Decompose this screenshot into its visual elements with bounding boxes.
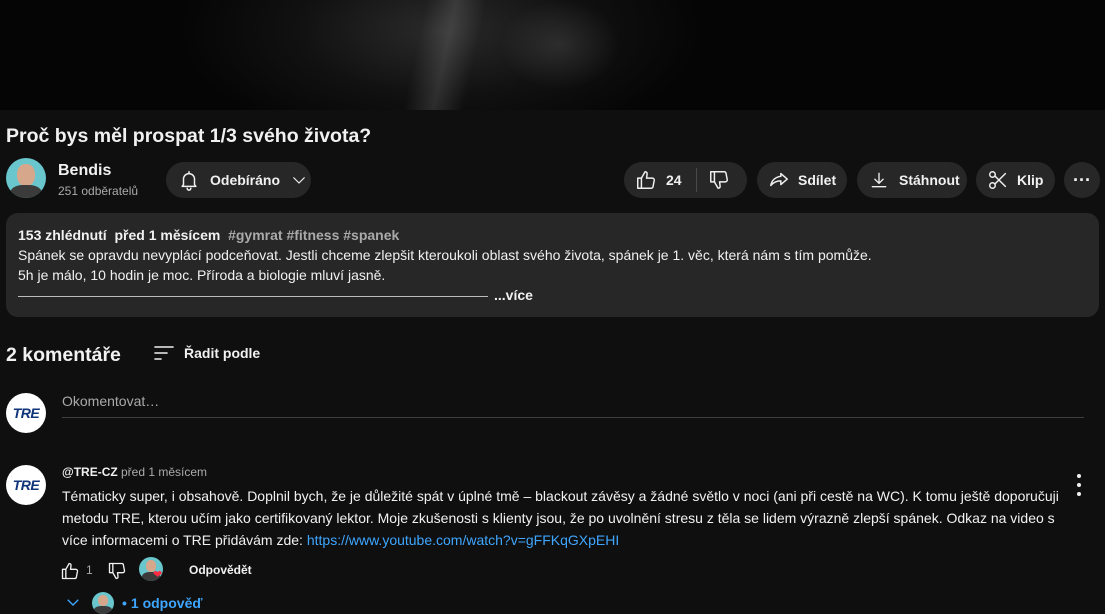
- thumbs-up-icon: [61, 562, 79, 580]
- replies-label: 1 odpověď: [130, 595, 203, 611]
- sort-icon: [154, 346, 174, 360]
- channel-avatar[interactable]: [6, 158, 46, 198]
- download-label: Stáhnout: [899, 172, 960, 188]
- comment-menu-icon[interactable]: [1073, 474, 1085, 496]
- subscribe-label: Odebíráno: [210, 172, 281, 188]
- scissors-icon: [989, 171, 1007, 189]
- description-line: Spánek se opravdu nevyplácí podceňovat. …: [18, 247, 872, 263]
- like-button[interactable]: 24: [624, 162, 696, 198]
- share-button[interactable]: Sdílet: [757, 162, 847, 198]
- sort-label: Řadit podle: [184, 345, 261, 361]
- chevron-down-icon: [293, 177, 305, 184]
- thumbs-down-icon: [710, 171, 728, 189]
- comment-like-count: 1: [86, 563, 93, 577]
- comment-author-avatar[interactable]: TRE: [6, 465, 46, 505]
- subscriber-count: 251 odběratelů: [58, 184, 139, 198]
- reply-button[interactable]: Odpovědět: [189, 563, 252, 577]
- comment-text: Tématicky super, i obsahově. Doplnil byc…: [62, 485, 1062, 551]
- show-more-link[interactable]: ...více: [494, 285, 533, 305]
- share-label: Sdílet: [798, 172, 837, 188]
- description-line: 5h je málo, 10 hodin je moc. Příroda a b…: [18, 267, 386, 283]
- comment-input[interactable]: Okomentovat…: [62, 393, 1084, 418]
- comments-count: 2 komentáře: [6, 344, 121, 366]
- more-horizontal-icon: ···: [1073, 170, 1091, 190]
- video-title: Proč bys měl prospat 1/3 svého života?: [6, 125, 372, 147]
- user-avatar[interactable]: TRE: [6, 393, 46, 433]
- hashtags[interactable]: #gymrat #fitness #spanek: [228, 227, 399, 243]
- like-count: 24: [666, 172, 682, 188]
- heart-icon: ❤: [153, 569, 163, 581]
- upload-age: před 1 měsícem: [114, 227, 221, 243]
- reply-author-avatar: [92, 592, 114, 614]
- video-player[interactable]: [0, 0, 1105, 110]
- video-frame-detail: [500, 0, 620, 90]
- clip-label: Klip: [1017, 172, 1044, 188]
- comment-link[interactable]: https://www.youtube.com/watch?v=gFFKqGXp…: [307, 532, 619, 548]
- comment-author-logo: TRE: [12, 477, 40, 493]
- subscribe-button[interactable]: Odebíráno: [166, 162, 311, 198]
- sort-button[interactable]: Řadit podle: [152, 341, 260, 365]
- user-avatar-logo: TRE: [12, 405, 40, 421]
- share-icon: [770, 172, 788, 187]
- comment-author[interactable]: @TRE-CZ: [62, 465, 118, 479]
- like-dislike-group: 24: [624, 162, 747, 198]
- clip-button[interactable]: Klip: [976, 162, 1055, 198]
- thumbs-down-icon: [108, 562, 126, 580]
- dislike-button[interactable]: [697, 162, 730, 198]
- video-frame-detail: [403, 0, 487, 110]
- thumbs-up-icon: [637, 171, 655, 189]
- view-replies-button[interactable]: • 1 odpověď: [64, 592, 202, 614]
- bell-icon: [181, 171, 197, 191]
- description-box[interactable]: 153 zhlédnutí před 1 měsícem #gymrat #fi…: [6, 213, 1099, 317]
- chevron-down-icon: [64, 593, 82, 614]
- comment-time[interactable]: před 1 měsícem: [121, 465, 207, 479]
- comment-dislike-button[interactable]: [107, 561, 127, 586]
- description-separator: [18, 295, 488, 297]
- more-actions-button[interactable]: ···: [1064, 162, 1100, 198]
- comment-like-button[interactable]: [60, 561, 80, 586]
- view-count: 153 zhlédnutí: [18, 227, 107, 243]
- download-button[interactable]: Stáhnout: [857, 162, 967, 198]
- bullet: •: [122, 595, 127, 611]
- channel-name[interactable]: Bendis: [58, 162, 111, 180]
- download-icon: [871, 172, 887, 188]
